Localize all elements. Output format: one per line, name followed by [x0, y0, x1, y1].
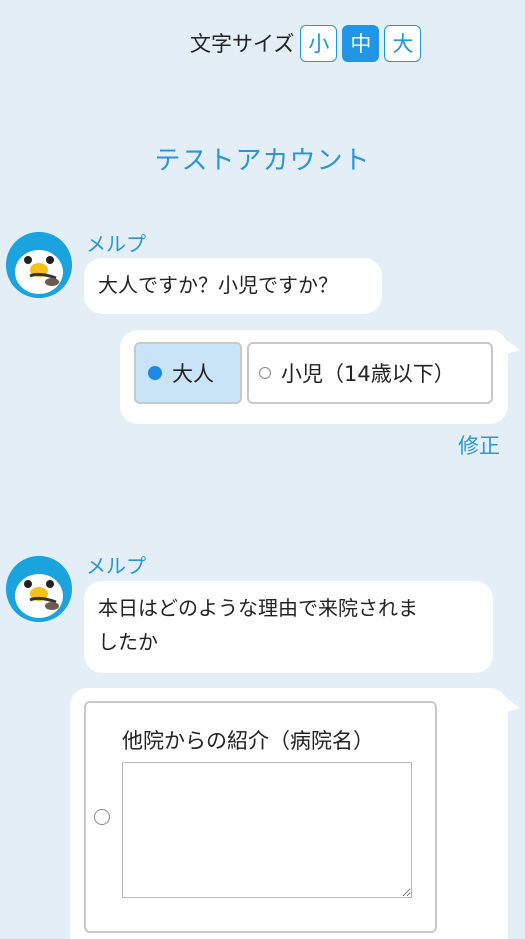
radio-unselected-icon[interactable]: [94, 809, 110, 825]
penguin-icon: [6, 232, 72, 298]
font-size-small-button[interactable]: 小: [300, 24, 338, 62]
penguin-icon: [6, 556, 72, 622]
font-size-selector: 文字サイズ 小 中 大: [190, 22, 426, 64]
question-adult-child: 大人ですか？小児ですか？: [98, 273, 338, 297]
bot-name: メルプ: [86, 232, 146, 256]
question-visit-reason-line1: 本日はどのような理由で来院されま: [98, 596, 418, 620]
option-referral-label: 他院からの紹介（病院名）: [122, 729, 374, 753]
radio-unselected-icon: [259, 367, 271, 379]
option-child-label: 小児（14歳以下）: [281, 362, 455, 386]
font-size-label: 文字サイズ: [190, 32, 295, 56]
option-adult[interactable]: 大人: [134, 342, 242, 404]
bot-name: メルプ: [86, 554, 146, 578]
question-visit-reason-line2: したか: [98, 630, 158, 654]
bot-avatar: [6, 232, 72, 298]
bot-avatar: [6, 556, 72, 622]
account-name: テストアカウント: [154, 146, 371, 176]
font-size-medium-button[interactable]: 中: [342, 24, 380, 62]
bubble-tail: [506, 698, 520, 712]
option-child[interactable]: 小児（14歳以下）: [247, 342, 493, 404]
option-adult-label: 大人: [172, 362, 214, 386]
font-size-large-button[interactable]: 大: [384, 24, 422, 62]
radio-selected-icon: [148, 366, 162, 380]
referral-hospital-input[interactable]: [122, 762, 412, 898]
bot-message-bubble: 大人ですか？小児ですか？: [84, 258, 382, 314]
edit-link[interactable]: 修正: [458, 430, 500, 460]
bubble-tail: [506, 340, 520, 354]
bot-message-bubble: 本日はどのような理由で来院されま したか: [84, 581, 493, 673]
